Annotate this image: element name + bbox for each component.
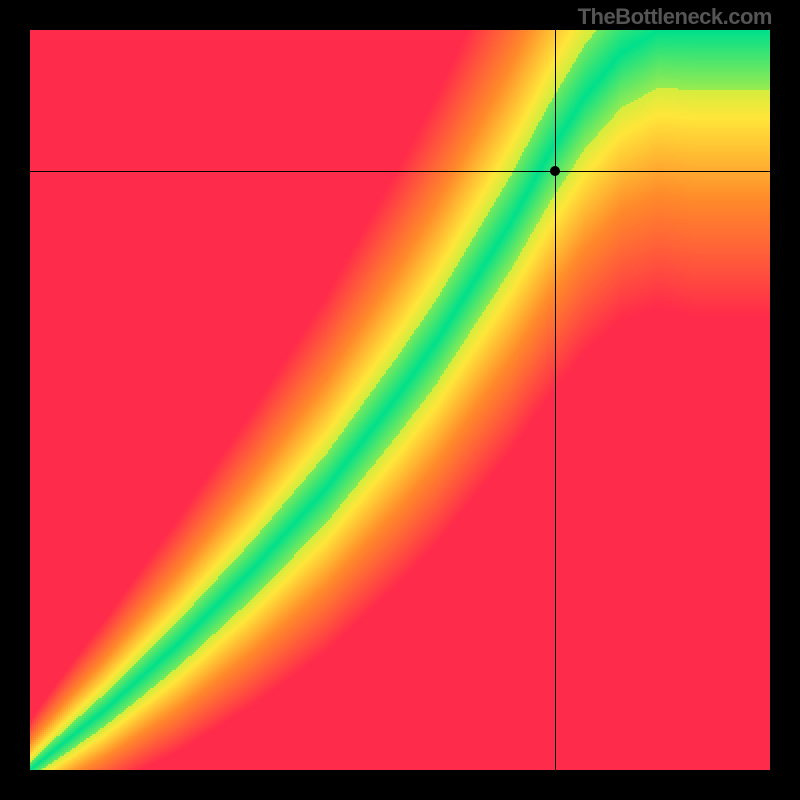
attribution-label: TheBottleneck.com <box>578 4 772 30</box>
chart-container: TheBottleneck.com <box>0 0 800 800</box>
heatmap-plot[interactable] <box>30 30 770 770</box>
heatmap-canvas <box>30 30 770 770</box>
